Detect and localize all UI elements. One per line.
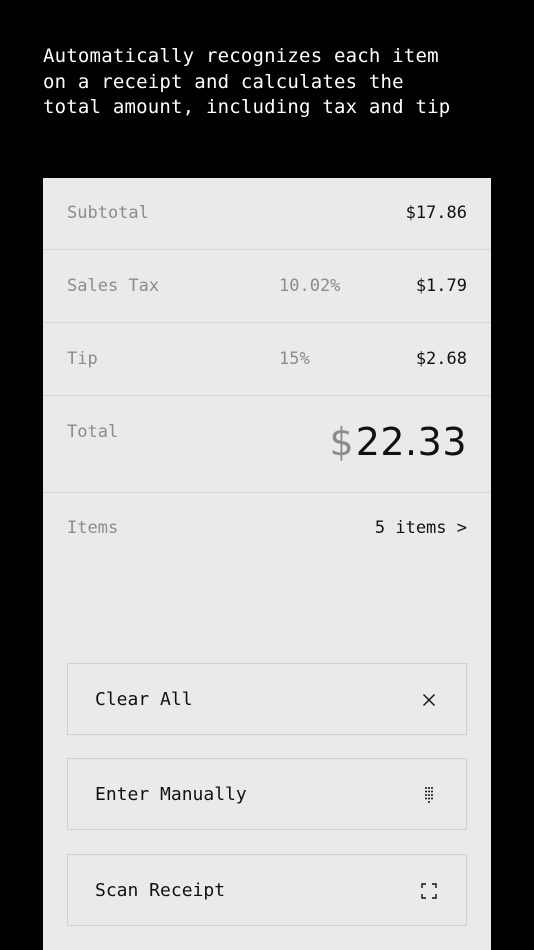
subtotal-row: Subtotal $17.86 [43, 178, 491, 250]
total-value: $ 22.33 [330, 420, 467, 464]
scan-receipt-button[interactable]: Scan Receipt [67, 854, 467, 926]
enter-manually-label: Enter Manually [95, 784, 247, 805]
total-currency-symbol: $ [329, 420, 354, 464]
items-link[interactable]: 5 items > [375, 518, 467, 538]
keypad-icon [425, 787, 433, 803]
enter-manually-button[interactable]: Enter Manually [67, 758, 467, 830]
sales-tax-rate[interactable]: 10.02% [279, 276, 340, 296]
tip-label: Tip [67, 349, 98, 369]
sales-tax-row[interactable]: Sales Tax 10.02% $1.79 [43, 250, 491, 323]
sales-tax-label: Sales Tax [67, 276, 160, 296]
tip-amount: $2.68 [415, 349, 467, 369]
scan-receipt-label: Scan Receipt [95, 880, 226, 901]
tip-rate[interactable]: 15% [279, 349, 310, 369]
scan-frame-icon [421, 883, 437, 899]
clear-all-label: Clear All [95, 689, 193, 710]
tip-row[interactable]: Tip 15% $2.68 [43, 323, 491, 396]
items-label: Items [67, 518, 119, 538]
subtotal-label: Subtotal [67, 203, 149, 223]
sales-tax-amount: $1.79 [415, 276, 467, 296]
close-icon [423, 694, 435, 706]
total-label: Total [67, 422, 119, 442]
subtotal-amount: $17.86 [405, 203, 467, 223]
clear-all-button[interactable]: Clear All [67, 663, 467, 735]
total-row: Total $ 22.33 [43, 396, 491, 493]
total-amount: 22.33 [355, 420, 467, 464]
headline: Automatically recognizes each item on a … [43, 45, 451, 118]
items-row[interactable]: Items 5 items > [43, 493, 491, 568]
receipt-card: Subtotal $17.86 Sales Tax 10.02% $1.79 T… [43, 178, 491, 950]
